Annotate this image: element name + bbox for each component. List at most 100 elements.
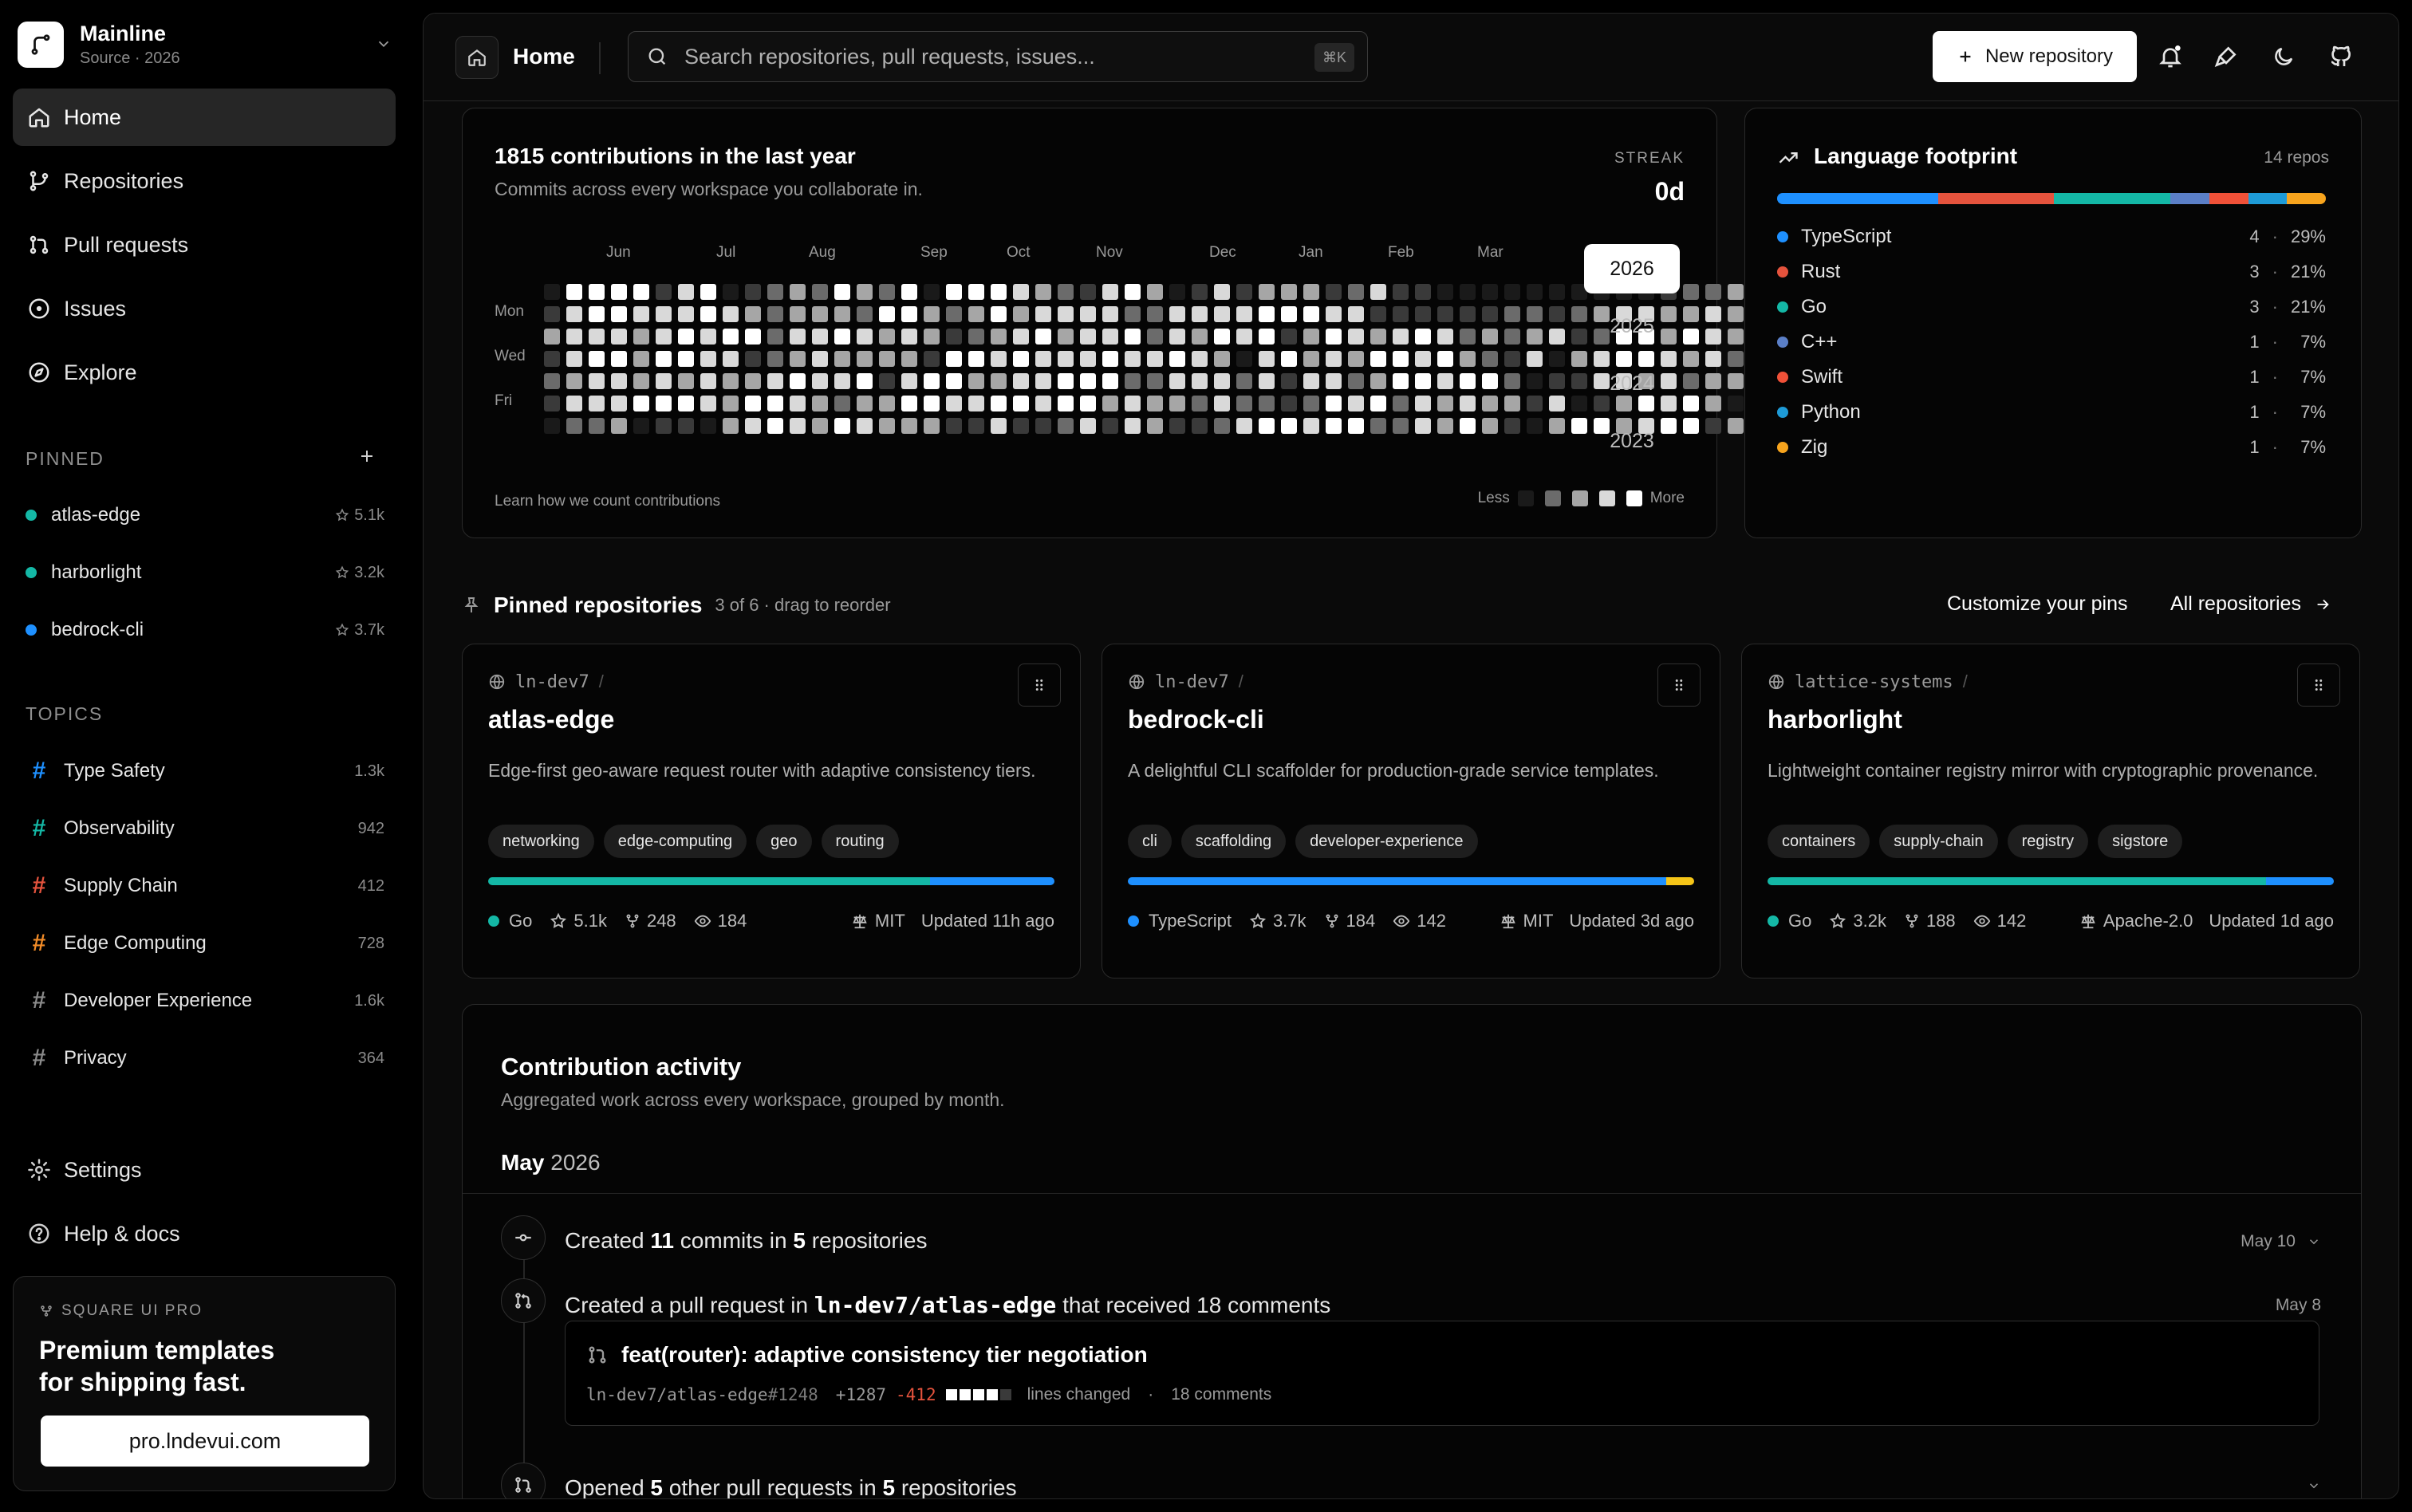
drag-handle-icon[interactable] xyxy=(1657,663,1701,707)
contribution-cell[interactable] xyxy=(1504,284,1520,300)
contribution-cell[interactable] xyxy=(745,284,761,300)
contribution-cell[interactable] xyxy=(767,351,783,367)
contribution-cell[interactable] xyxy=(678,284,694,300)
contribution-cell[interactable] xyxy=(1192,306,1208,322)
contribution-cell[interactable] xyxy=(1504,418,1520,434)
contribution-cell[interactable] xyxy=(544,351,560,367)
contribution-cell[interactable] xyxy=(1169,351,1185,367)
contribution-cell[interactable] xyxy=(678,351,694,367)
contribution-cell[interactable] xyxy=(1728,284,1744,300)
contribution-cell[interactable] xyxy=(633,396,649,411)
workspace-switcher[interactable]: Mainline Source · 2026 xyxy=(18,18,400,72)
contribution-cell[interactable] xyxy=(924,329,940,345)
topic-tag[interactable]: supply-chain xyxy=(1879,825,1998,858)
contribution-cell[interactable] xyxy=(1415,373,1431,389)
contribution-cell[interactable] xyxy=(589,306,605,322)
contribution-cell[interactable] xyxy=(1125,306,1141,322)
contribution-cell[interactable] xyxy=(879,418,895,434)
search-input[interactable] xyxy=(684,44,1275,69)
year-2025[interactable]: 2025 xyxy=(1584,301,1680,351)
contribution-cell[interactable] xyxy=(1147,351,1163,367)
contribution-cell[interactable] xyxy=(1683,373,1699,389)
contribution-cell[interactable] xyxy=(1080,373,1096,389)
contribution-cell[interactable] xyxy=(723,373,739,389)
add-pin-icon[interactable] xyxy=(357,447,376,466)
contribution-cell[interactable] xyxy=(611,373,627,389)
contribution-cell[interactable] xyxy=(700,396,716,411)
contribution-cell[interactable] xyxy=(1259,396,1275,411)
topic-tag[interactable]: containers xyxy=(1768,825,1870,858)
contribution-cell[interactable] xyxy=(1281,351,1297,367)
contribution-cell[interactable] xyxy=(790,284,806,300)
home-icon[interactable] xyxy=(455,36,499,79)
contribution-cell[interactable] xyxy=(1728,351,1744,367)
contribution-cell[interactable] xyxy=(857,306,873,322)
contribution-cell[interactable] xyxy=(1326,373,1342,389)
topic-tag[interactable]: developer-experience xyxy=(1295,825,1478,858)
contribution-cell[interactable] xyxy=(790,351,806,367)
contribution-cell[interactable] xyxy=(1214,373,1230,389)
contribution-cell[interactable] xyxy=(1303,284,1319,300)
contribution-cell[interactable] xyxy=(1415,418,1431,434)
contribution-cell[interactable] xyxy=(723,351,739,367)
contribution-cell[interactable] xyxy=(857,373,873,389)
contribution-cell[interactable] xyxy=(1303,373,1319,389)
contribution-cell[interactable] xyxy=(991,373,1007,389)
contribution-cell[interactable] xyxy=(991,329,1007,345)
contribution-cell[interactable] xyxy=(1192,418,1208,434)
contribution-cell[interactable] xyxy=(700,373,716,389)
contribution-cell[interactable] xyxy=(566,351,582,367)
contribution-cell[interactable] xyxy=(834,396,850,411)
nav-item-pull-requests[interactable]: Pull requests xyxy=(13,216,396,274)
new-repository-button[interactable]: New repository xyxy=(1933,31,2137,82)
contribution-cell[interactable] xyxy=(968,418,984,434)
contribution-cell[interactable] xyxy=(1549,373,1565,389)
topic-item-edge-computing[interactable]: # Edge Computing 728 xyxy=(26,927,384,959)
contribution-cell[interactable] xyxy=(633,418,649,434)
contribution-cell[interactable] xyxy=(1147,396,1163,411)
contribution-cell[interactable] xyxy=(812,396,828,411)
contribution-cell[interactable] xyxy=(1437,329,1453,345)
topic-item-observability[interactable]: # Observability 942 xyxy=(26,813,384,845)
contribution-cell[interactable] xyxy=(1259,284,1275,300)
contribution-cell[interactable] xyxy=(1214,396,1230,411)
contribution-cell[interactable] xyxy=(678,329,694,345)
contribution-cell[interactable] xyxy=(1125,284,1141,300)
contribution-cell[interactable] xyxy=(1527,351,1543,367)
contribution-cell[interactable] xyxy=(1125,418,1141,434)
contribution-cell[interactable] xyxy=(1236,418,1252,434)
contribution-cell[interactable] xyxy=(1281,284,1297,300)
contribution-cell[interactable] xyxy=(1080,284,1096,300)
contribution-cell[interactable] xyxy=(1214,329,1230,345)
contribution-cell[interactable] xyxy=(924,351,940,367)
contribution-cell[interactable] xyxy=(1437,306,1453,322)
contribution-cell[interactable] xyxy=(589,284,605,300)
contribution-cell[interactable] xyxy=(1549,306,1565,322)
contribution-cell[interactable] xyxy=(1482,351,1498,367)
contribution-cell[interactable] xyxy=(790,373,806,389)
contribution-cell[interactable] xyxy=(700,284,716,300)
contribution-cell[interactable] xyxy=(790,418,806,434)
all-repositories-link[interactable]: All repositories xyxy=(2170,593,2331,616)
contribution-cell[interactable] xyxy=(1058,373,1074,389)
contribution-cell[interactable] xyxy=(633,329,649,345)
contribution-cell[interactable] xyxy=(589,418,605,434)
contribution-cell[interactable] xyxy=(1303,306,1319,322)
nav-item-repositories[interactable]: Repositories xyxy=(13,152,396,210)
contribution-cell[interactable] xyxy=(1281,418,1297,434)
contribution-cell[interactable] xyxy=(1169,306,1185,322)
repo-name[interactable]: bedrock-cli xyxy=(1128,705,1264,734)
contribution-cell[interactable] xyxy=(544,329,560,345)
contribution-cell[interactable] xyxy=(1527,284,1543,300)
contribution-cell[interactable] xyxy=(1125,329,1141,345)
contribution-cell[interactable] xyxy=(1102,396,1118,411)
contribution-cell[interactable] xyxy=(1281,329,1297,345)
contribution-cell[interactable] xyxy=(1728,306,1744,322)
contribution-cell[interactable] xyxy=(857,329,873,345)
contribution-cell[interactable] xyxy=(924,418,940,434)
contribution-cell[interactable] xyxy=(544,396,560,411)
nav-item-help-docs[interactable]: Help & docs xyxy=(13,1205,396,1262)
topic-tag[interactable]: cli xyxy=(1128,825,1172,858)
contribution-cell[interactable] xyxy=(1035,418,1051,434)
contribution-cell[interactable] xyxy=(544,418,560,434)
